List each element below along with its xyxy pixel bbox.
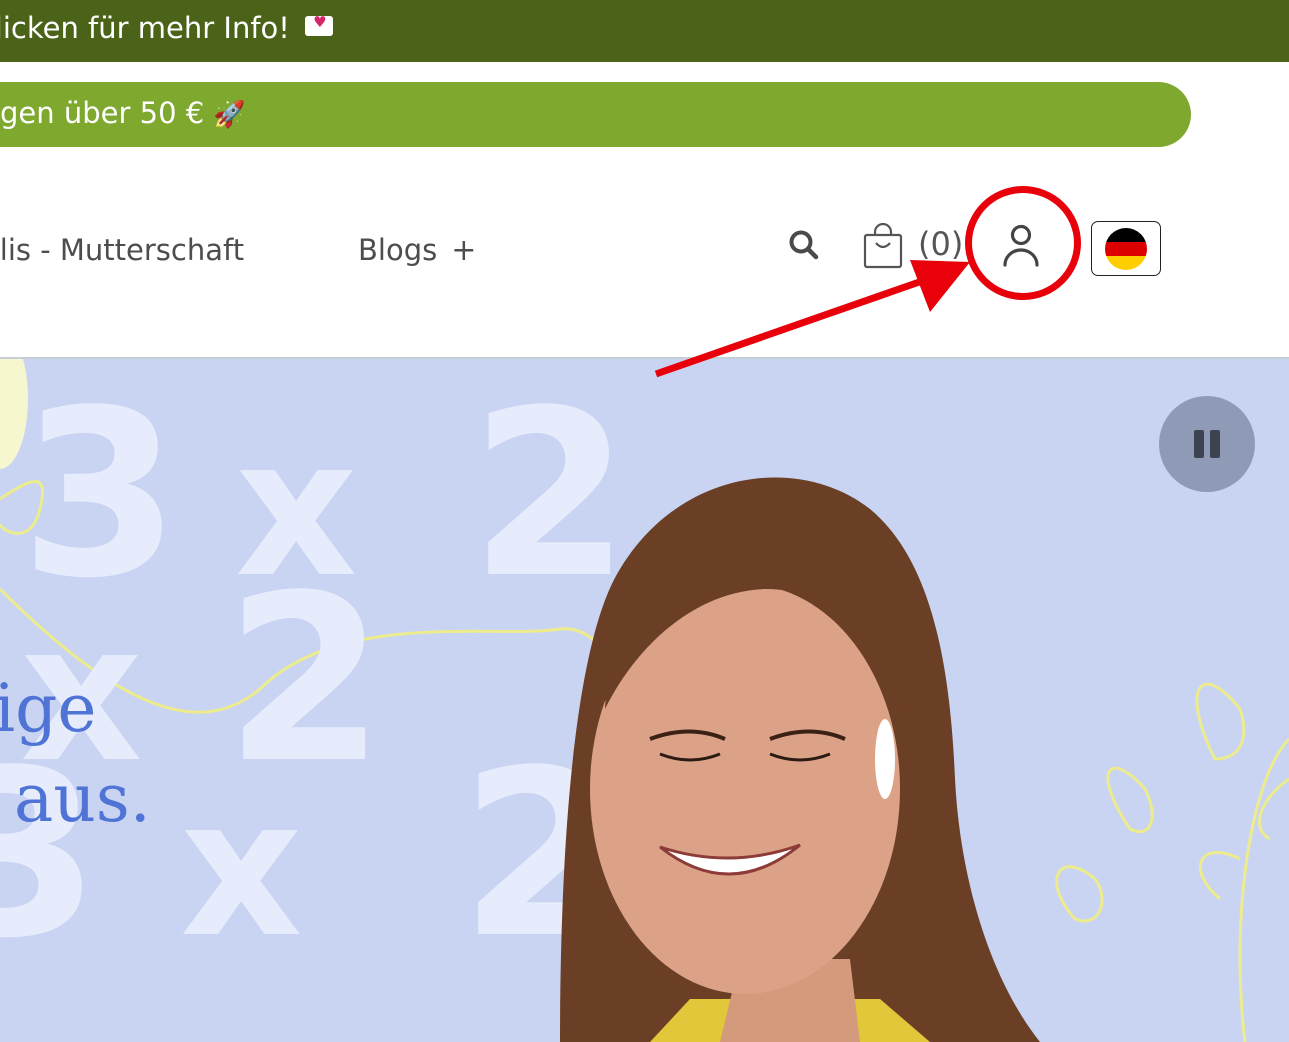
nav-item-blogs[interactable]: Blogs + bbox=[358, 233, 476, 268]
promo-text: gen über 50 € bbox=[0, 96, 205, 130]
germany-flag-icon bbox=[1105, 228, 1147, 270]
nav-item-mutterschaft[interactable]: alis - Mutterschaft bbox=[0, 233, 244, 267]
shipping-promo-banner: gen über 50 € 🚀 bbox=[0, 82, 1191, 147]
hero-illustration: 3 x 2 x 2 3 x 2 bbox=[0, 359, 1289, 1042]
announcement-bar: klicken für mehr Info! bbox=[0, 0, 1289, 62]
nav-item-label: alis - Mutterschaft bbox=[0, 233, 245, 267]
expand-plus-icon[interactable]: + bbox=[451, 233, 476, 268]
announcement-text: klicken für mehr Info! bbox=[0, 11, 290, 45]
svg-text:x: x bbox=[180, 758, 303, 979]
language-selector[interactable] bbox=[1091, 221, 1161, 276]
svg-text:2: 2 bbox=[470, 362, 630, 629]
slideshow-pause-button[interactable] bbox=[1159, 396, 1255, 492]
love-letter-icon bbox=[305, 13, 334, 36]
hero-heading-line1: ige bbox=[0, 670, 97, 747]
hero-heading-line2: aus. bbox=[14, 760, 151, 837]
hero-banner[interactable]: 3 x 2 x 2 3 x 2 ige aus. bbox=[0, 359, 1289, 1042]
rocket-icon: 🚀 bbox=[213, 100, 246, 130]
annotation-arrow-icon bbox=[654, 260, 970, 378]
nav-item-label: Blogs bbox=[358, 233, 438, 267]
announcement-link[interactable]: klicken für mehr Info! bbox=[0, 11, 334, 45]
